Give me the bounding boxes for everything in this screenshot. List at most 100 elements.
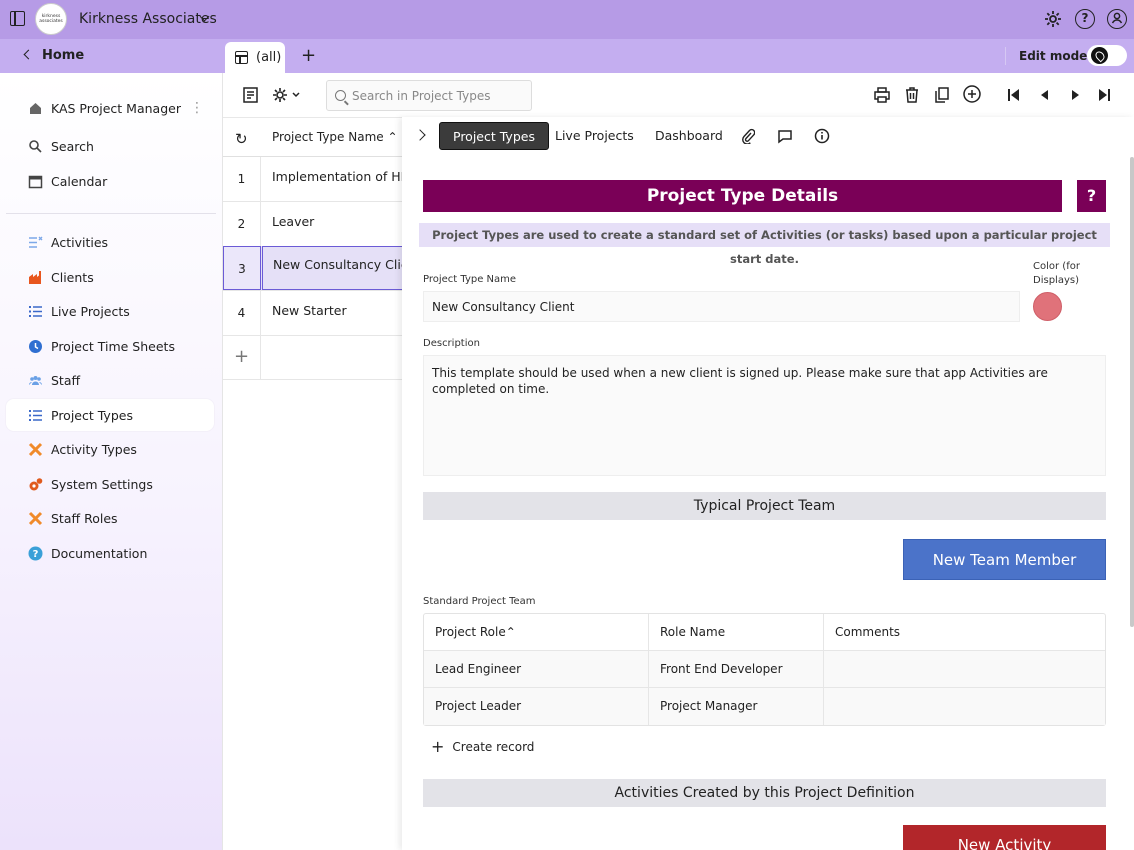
new-activity-button[interactable]: New Activity	[903, 825, 1106, 850]
search-icon	[335, 90, 346, 101]
table-header-row: Project Role⌃ Role Name Comments	[424, 614, 1105, 651]
sidebar-item-staff[interactable]: Staff	[6, 364, 214, 396]
create-record-button[interactable]: + Create record	[431, 736, 534, 756]
column-header-label: Project Role	[435, 625, 506, 639]
help-icon[interactable]: ?	[1075, 9, 1095, 29]
new-team-member-button[interactable]: New Team Member	[903, 539, 1106, 580]
search-placeholder: Search in Project Types	[352, 88, 491, 103]
duplicate-icon[interactable]	[933, 86, 951, 104]
table-label-team: Standard Project Team	[423, 596, 536, 607]
cell-comments	[824, 651, 1105, 687]
sidebar-item-label: Staff Roles	[51, 510, 118, 526]
sidebar-toggle-icon[interactable]	[10, 11, 25, 26]
column-header-role-name[interactable]: Role Name	[649, 614, 824, 650]
home-link[interactable]: Home	[23, 48, 85, 63]
attachment-icon[interactable]	[741, 128, 756, 147]
tab-all-label: (all)	[256, 50, 282, 65]
team-table: Project Role⌃ Role Name Comments Lead En…	[423, 613, 1106, 726]
add-row-icon: +	[223, 335, 261, 379]
field-label-project-type-name: Project Type Name	[423, 274, 517, 285]
factory-icon	[27, 269, 43, 285]
row-number: 2	[223, 202, 261, 246]
form-view-icon[interactable]	[242, 86, 260, 104]
tab-dashboard[interactable]: Dashboard	[642, 122, 736, 150]
list-row-selected[interactable]: 3 New Consultancy Client	[223, 246, 403, 291]
sidebar-item-time-sheets[interactable]: Project Time Sheets	[6, 330, 214, 362]
list-row[interactable]: 4 New Starter	[223, 291, 403, 336]
add-record-icon[interactable]	[962, 84, 981, 103]
sidebar-item-search[interactable]: Search	[6, 130, 214, 162]
table-row[interactable]: Lead Engineer Front End Developer	[424, 651, 1105, 688]
toggle-knob	[1091, 47, 1108, 64]
list-row[interactable]: 2 Leaver	[223, 202, 403, 247]
cell-role-name: Front End Developer	[649, 651, 824, 687]
account-icon[interactable]	[1107, 9, 1127, 29]
column-header-project-type-name[interactable]: Project Type Name ⌃	[272, 130, 398, 144]
home-label: Home	[42, 48, 85, 63]
sidebar-item-project-types[interactable]: Project Types	[6, 399, 214, 431]
tab-project-types[interactable]: Project Types	[439, 122, 549, 150]
settings-icon[interactable]	[1043, 9, 1063, 29]
collapse-panel-icon[interactable]	[414, 129, 426, 141]
first-record-icon[interactable]	[1006, 87, 1024, 105]
list-icon	[27, 303, 43, 319]
navigation-bar: Home (all) + Edit mode	[0, 39, 1134, 73]
add-tab-icon[interactable]: +	[301, 45, 316, 66]
previous-record-icon[interactable]	[1037, 87, 1055, 105]
sidebar-item-system-settings[interactable]: System Settings	[6, 468, 214, 500]
tab-live-projects[interactable]: Live Projects	[542, 122, 647, 150]
edit-mode-label: Edit mode	[1019, 49, 1088, 63]
sidebar-item-documentation[interactable]: ? Documentation	[6, 537, 214, 569]
sidebar-item-activities[interactable]: Activities	[6, 226, 214, 258]
list-toolbar: Search in Project Types	[223, 73, 1134, 117]
column-header-comments[interactable]: Comments	[824, 614, 1105, 650]
sidebar-header-label: KAS Project Manager	[51, 100, 181, 116]
color-swatch[interactable]	[1033, 292, 1062, 321]
section-header-team: Typical Project Team	[423, 492, 1106, 520]
cell-role-name: Project Manager	[649, 688, 824, 725]
search-input[interactable]: Search in Project Types	[326, 80, 532, 111]
print-icon[interactable]	[873, 86, 891, 104]
app-title[interactable]: Kirkness Associates	[79, 11, 217, 27]
help-button[interactable]: ?	[1077, 180, 1106, 212]
sidebar-item-label: Project Types	[51, 407, 133, 423]
sidebar-item-live-projects[interactable]: Live Projects	[6, 295, 214, 327]
company-logo: kirkness associates	[35, 3, 67, 35]
sidebar-item-label: Live Projects	[51, 303, 130, 319]
settings-menu-icon[interactable]	[271, 86, 301, 104]
section-header-activities: Activities Created by this Project Defin…	[423, 779, 1106, 807]
delete-icon[interactable]	[903, 86, 921, 104]
sidebar-item-label: Calendar	[51, 173, 108, 189]
list-row[interactable]: 1 Implementation of HR Systems	[223, 157, 403, 202]
sidebar-header[interactable]: KAS Project Manager ⋮	[6, 92, 214, 124]
sidebar-item-label: Staff	[51, 372, 81, 388]
description-field[interactable]: This template should be used when a new …	[423, 355, 1106, 476]
project-type-name-field[interactable]: New Consultancy Client	[423, 291, 1020, 322]
sidebar-divider	[6, 213, 216, 214]
table-icon	[235, 51, 248, 64]
list-header: ↻ Project Type Name ⌃	[223, 117, 403, 157]
sidebar-item-clients[interactable]: Clients	[6, 261, 214, 293]
info-icon[interactable]	[814, 128, 830, 147]
record-detail-panel: Project Types Live Projects Dashboard Pr…	[402, 117, 1134, 850]
sidebar-item-calendar[interactable]: Calendar	[6, 165, 214, 197]
next-record-icon[interactable]	[1067, 87, 1085, 105]
sidebar-item-staff-roles[interactable]: Staff Roles	[6, 502, 214, 534]
sidebar-item-label: Project Time Sheets	[51, 338, 175, 354]
table-row[interactable]: Project Leader Project Manager	[424, 688, 1105, 725]
record-list-panel: Search in Project Types ↻ Project Type N…	[222, 73, 532, 850]
add-row[interactable]: +	[223, 335, 403, 380]
last-record-icon[interactable]	[1096, 87, 1114, 105]
tab-all[interactable]: (all)	[225, 42, 285, 73]
scrollbar[interactable]	[1130, 157, 1134, 627]
refresh-icon[interactable]: ↻	[235, 130, 248, 148]
divider	[1005, 47, 1006, 65]
search-icon	[27, 138, 43, 154]
tools-icon	[27, 510, 43, 526]
sidebar-item-activity-types[interactable]: Activity Types	[6, 433, 214, 465]
edit-mode-toggle[interactable]	[1087, 45, 1127, 66]
row-number: 3	[223, 246, 261, 290]
more-options-icon[interactable]: ⋮	[190, 100, 204, 116]
comment-icon[interactable]	[777, 129, 793, 147]
column-header-project-role[interactable]: Project Role⌃	[424, 614, 649, 650]
